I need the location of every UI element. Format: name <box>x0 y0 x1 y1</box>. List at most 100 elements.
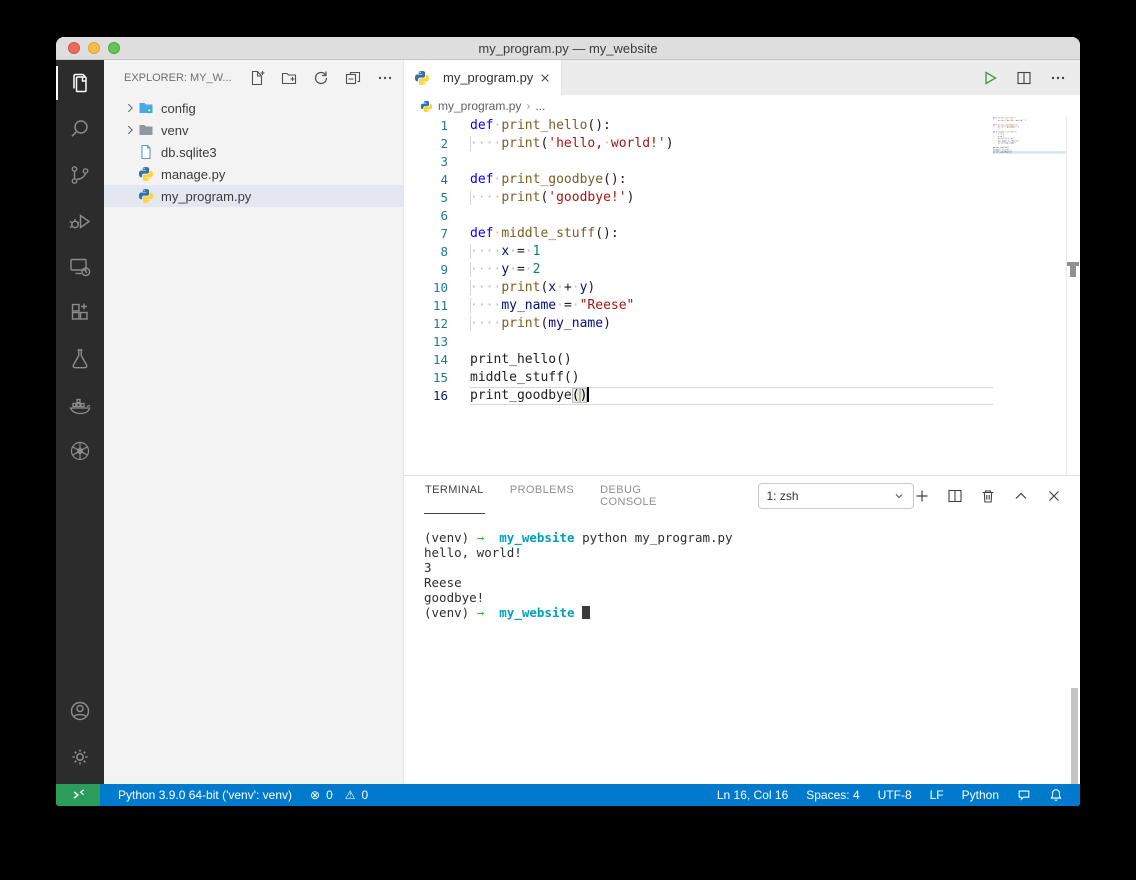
new-folder-button[interactable] <box>281 70 297 86</box>
chevron-right-icon <box>122 188 138 204</box>
code-token: 2 <box>532 262 541 277</box>
split-terminal-button[interactable] <box>947 488 963 504</box>
kill-terminal-button[interactable] <box>980 488 996 504</box>
activity-item-explorer[interactable] <box>56 60 104 106</box>
code-line[interactable]: 8 ····x·=·1 <box>404 243 993 261</box>
encoding-status[interactable]: UTF-8 <box>869 784 921 806</box>
title-bar[interactable]: my_program.py — my_website <box>56 37 1080 60</box>
code-token: print_hello <box>501 118 588 133</box>
activity-item-docker[interactable] <box>56 382 104 428</box>
panel-tab-problems[interactable]: PROBLEMS <box>509 478 575 514</box>
terminal-scrollbar[interactable] <box>1071 688 1078 784</box>
activity-item-source-control[interactable] <box>56 152 104 198</box>
code-token: world!' <box>610 136 666 151</box>
line-number[interactable]: 14 <box>404 351 457 369</box>
activity-item-search[interactable] <box>56 106 104 152</box>
maximize-panel-button[interactable] <box>1013 488 1029 504</box>
line-number[interactable]: 15 <box>404 369 457 387</box>
code-token: middle_stuff() <box>470 370 580 385</box>
refresh-explorer-button[interactable] <box>313 70 329 86</box>
line-number[interactable]: 9 <box>404 261 457 279</box>
indentation-status[interactable]: Spaces: 4 <box>797 784 868 806</box>
more-actions-icon <box>377 70 393 86</box>
remote-explorer-icon <box>68 255 92 279</box>
panel-tab-debug-console[interactable]: DEBUG CONSOLE <box>599 478 695 514</box>
line-number[interactable]: 6 <box>404 207 457 225</box>
terminal[interactable]: (venv) → my_website python my_program.py… <box>404 516 1080 784</box>
code-token: my_name <box>501 298 557 313</box>
tab-my_program[interactable]: my_program.py <box>404 60 563 95</box>
activity-item-extensions[interactable] <box>56 290 104 336</box>
notifications-button[interactable] <box>1040 784 1072 806</box>
code-line[interactable]: 4 def·print_goodbye(): <box>404 171 993 189</box>
code-line-content: print_goodbye() <box>470 387 993 405</box>
code-line[interactable]: 14 print_hello() <box>404 351 993 369</box>
line-number[interactable]: 11 <box>404 297 457 315</box>
line-number[interactable]: 8 <box>404 243 457 261</box>
line-number[interactable]: 2 <box>404 135 457 153</box>
terminal-shell-select[interactable]: 1: zsh <box>757 483 914 509</box>
activity-item-testing[interactable] <box>56 336 104 382</box>
minimap[interactable]: def·print_hello(): ····print('hello,·worl… <box>993 117 1066 317</box>
scrollbar-marker[interactable] <box>1067 262 1079 278</box>
remote-indicator[interactable] <box>56 784 100 806</box>
activity-item-settings[interactable] <box>56 734 104 780</box>
code-line[interactable]: 7 def·middle_stuff(): <box>404 225 993 243</box>
code-line[interactable]: 15 middle_stuff() <box>404 369 993 387</box>
new-file-button[interactable] <box>249 70 265 86</box>
code-line[interactable]: 5 ····print('goodbye!') <box>404 189 993 207</box>
python-interpreter-status[interactable]: Python 3.9.0 64-bit ('venv': venv) <box>100 784 301 806</box>
feedback-button[interactable] <box>1008 784 1040 806</box>
line-number[interactable]: 3 <box>404 153 457 171</box>
more-actions-button[interactable] <box>377 70 393 86</box>
code-line[interactable]: 3 <box>404 153 993 171</box>
more-actions-button[interactable] <box>1050 70 1066 86</box>
activity-item-run-debug[interactable] <box>56 198 104 244</box>
close-tab-icon[interactable] <box>539 72 551 84</box>
tree-item-db-sqlite3[interactable]: db.sqlite3 <box>104 141 403 163</box>
code-line[interactable]: 10 ····print(x·+·y) <box>404 279 993 297</box>
code-line[interactable]: 2 ····print('hello,·world!') <box>404 135 993 153</box>
overview-ruler <box>1066 117 1080 475</box>
line-number[interactable]: 1 <box>404 117 457 135</box>
cursor-position-status[interactable]: Ln 16, Col 16 <box>708 784 797 806</box>
more-actions-icon <box>1050 70 1066 86</box>
breadcrumb-symbol[interactable]: ... <box>535 99 545 113</box>
code-line[interactable]: 11 ····my_name·=·"Reese" <box>404 297 993 315</box>
line-number[interactable]: 13 <box>404 333 457 351</box>
eol-status[interactable]: LF <box>921 784 953 806</box>
code-line[interactable]: 12 ····print(my_name) <box>404 315 993 333</box>
code-token: print <box>501 280 541 295</box>
line-number[interactable]: 12 <box>404 315 457 333</box>
chevron-right-icon: › <box>526 99 531 113</box>
code-editor[interactable]: 1 def·print_hello(): 2 ····print('hello,·wo… <box>404 117 1080 475</box>
activity-item-remote-explorer[interactable] <box>56 244 104 290</box>
language-status[interactable]: Python <box>953 784 1008 806</box>
line-number[interactable]: 4 <box>404 171 457 189</box>
tree-item-config[interactable]: config <box>104 97 403 119</box>
code-line[interactable]: 6 <box>404 207 993 225</box>
line-number[interactable]: 16 <box>404 387 457 405</box>
line-number[interactable]: 10 <box>404 279 457 297</box>
code-line[interactable]: 16 print_goodbye() <box>404 387 993 405</box>
file-tree: config venv db.sqlite3 manage.py my_program.… <box>104 97 403 207</box>
tree-item-my_program-py[interactable]: my_program.py <box>104 185 403 207</box>
collapse-folders-button[interactable] <box>345 70 361 86</box>
problems-status[interactable]: ⊗ 0 ⚠ 0 <box>301 784 379 806</box>
tree-item-manage-py[interactable]: manage.py <box>104 163 403 185</box>
split-terminal-icon <box>947 488 963 504</box>
run-python-file-button[interactable] <box>982 70 998 86</box>
activity-item-kubernetes[interactable] <box>56 428 104 474</box>
code-line[interactable]: 1 def·print_hello(): <box>404 117 993 135</box>
code-line[interactable]: 9 ····y·=·2 <box>404 261 993 279</box>
line-number[interactable]: 5 <box>404 189 457 207</box>
split-editor-button[interactable] <box>1016 70 1032 86</box>
tree-item-venv[interactable]: venv <box>104 119 403 141</box>
activity-item-account[interactable] <box>56 688 104 734</box>
breadcrumb-file[interactable]: my_program.py <box>438 99 521 113</box>
close-panel-button[interactable] <box>1046 488 1062 504</box>
panel-tab-terminal[interactable]: TERMINAL <box>424 478 485 514</box>
line-number[interactable]: 7 <box>404 225 457 243</box>
new-terminal-button[interactable] <box>914 488 930 504</box>
code-line[interactable]: 13 <box>404 333 993 351</box>
